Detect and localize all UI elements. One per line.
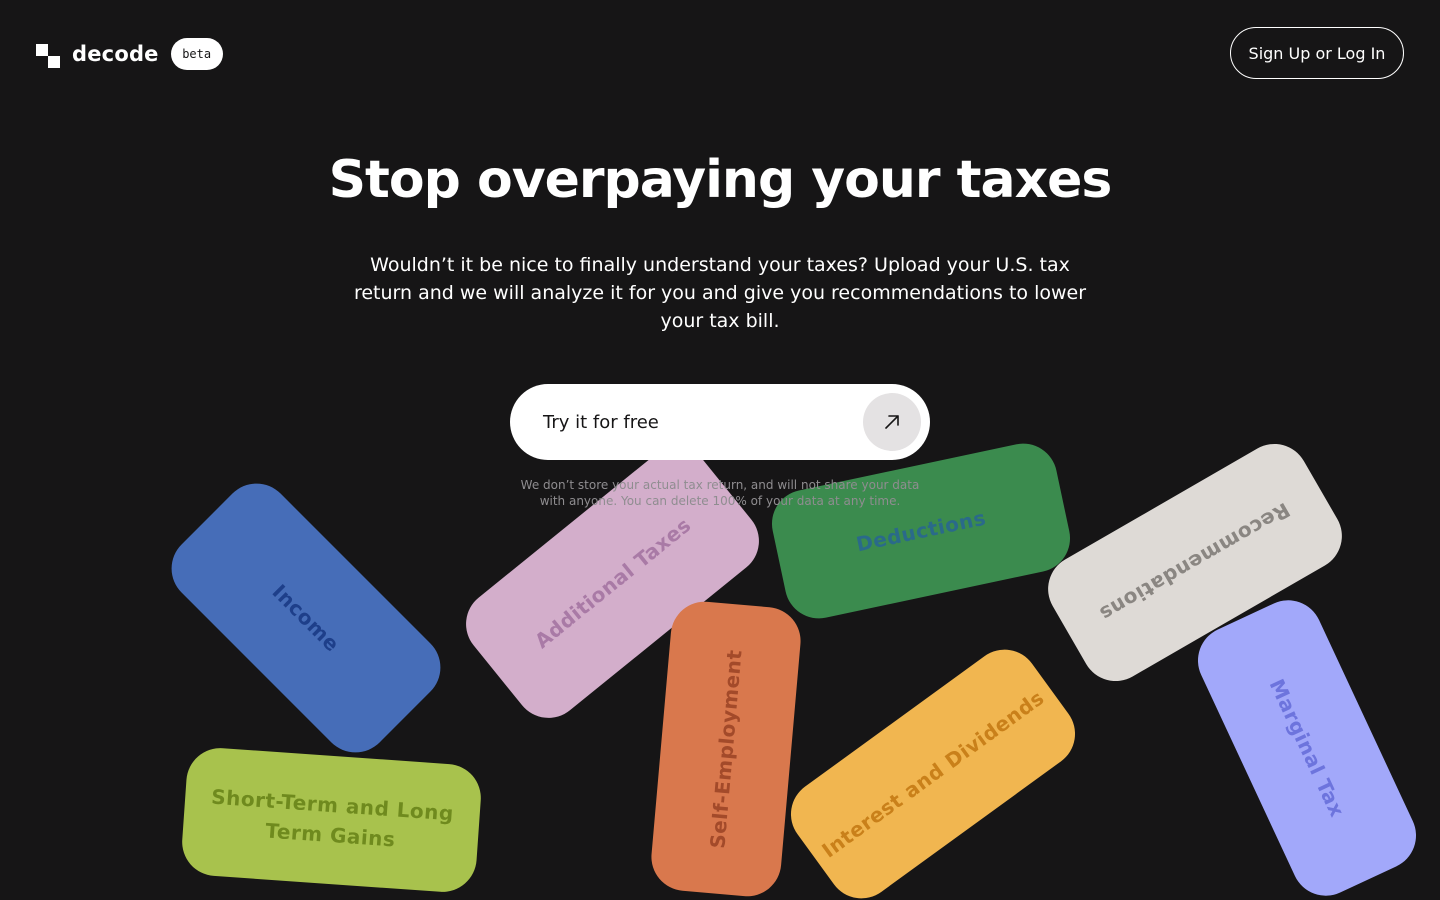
card-deductions-label: Deductions bbox=[854, 505, 988, 557]
card-income: Income bbox=[157, 469, 455, 767]
privacy-disclaimer: We don’t store your actual tax return, a… bbox=[520, 478, 920, 508]
card-marginal-tax-label: Marginal Tax bbox=[1264, 675, 1350, 821]
card-short-long-term-gains: Short-Term and Long Term Gains bbox=[179, 745, 484, 895]
card-marginal-tax: Marginal Tax bbox=[1186, 589, 1428, 900]
card-interest-dividends-label: Interest and Dividends bbox=[817, 685, 1049, 863]
arrow-up-right-icon[interactable] bbox=[863, 393, 921, 451]
brand-name: decode bbox=[72, 42, 159, 66]
sign-up-login-button[interactable]: Sign Up or Log In bbox=[1230, 27, 1404, 79]
try-free-button[interactable]: Try it for free bbox=[510, 384, 930, 460]
card-self-employment: Self-Employment bbox=[648, 598, 804, 900]
card-self-employment-label: Self-Employment bbox=[705, 648, 747, 850]
card-income-label: Income bbox=[267, 579, 345, 657]
hero-title: Stop overpaying your taxes bbox=[328, 150, 1113, 210]
card-deductions: Deductions bbox=[765, 437, 1077, 625]
hero-subtitle: Wouldn’t it be nice to finally understan… bbox=[353, 254, 1087, 332]
beta-badge: beta bbox=[170, 38, 223, 70]
card-gains-label: Short-Term and Long Term Gains bbox=[210, 784, 455, 852]
landing-page: decode beta Sign Up or Log In Stop overp… bbox=[0, 0, 1440, 900]
decode-logo-icon bbox=[36, 41, 60, 68]
try-free-label: Try it for free bbox=[543, 411, 659, 433]
brand-logo[interactable]: decode beta bbox=[36, 38, 223, 70]
card-interest-dividends: Interest and Dividends bbox=[777, 636, 1089, 900]
